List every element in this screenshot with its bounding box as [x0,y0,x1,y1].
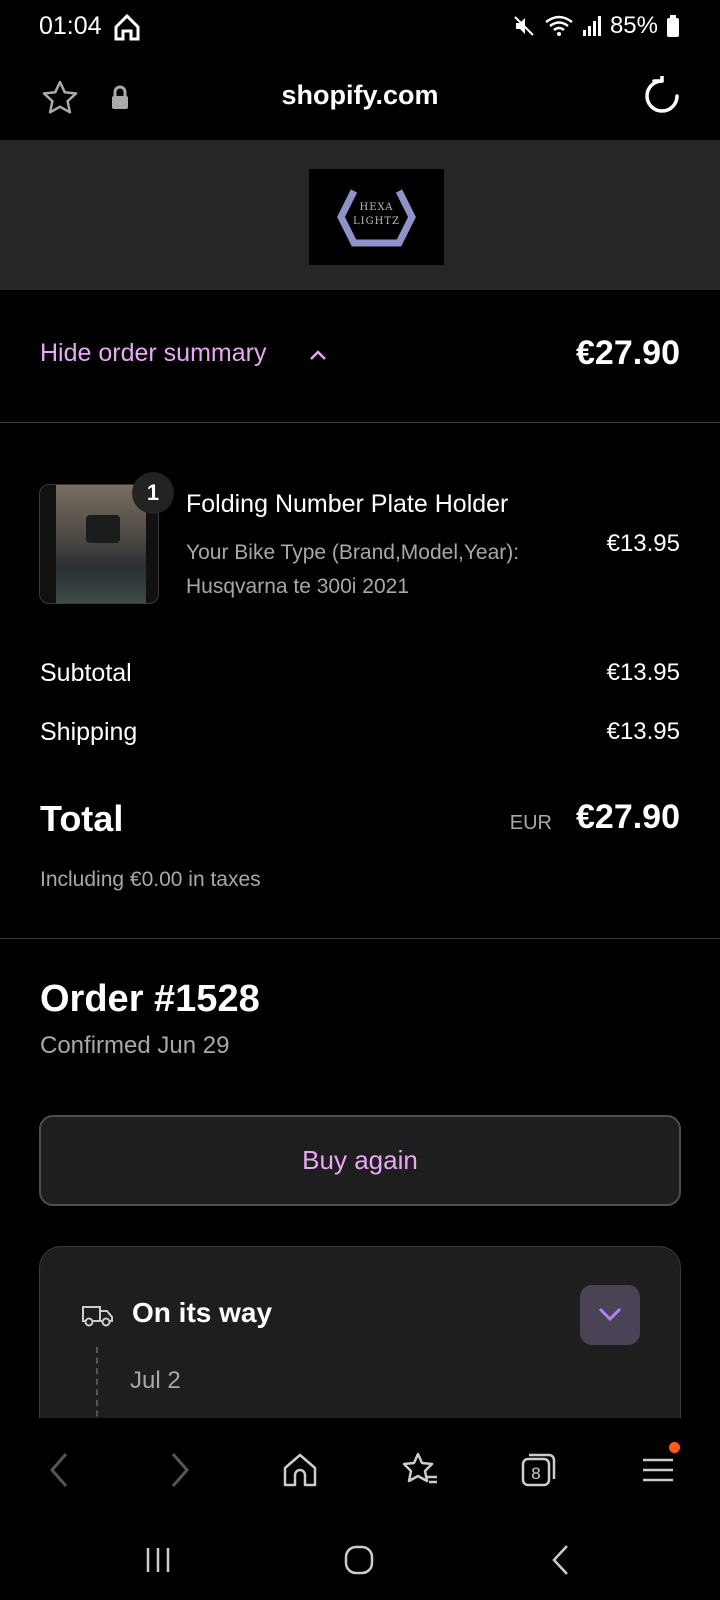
back-arrow-icon [50,1453,68,1487]
battery-icon [667,15,679,37]
tab-count: 8 [531,1464,540,1483]
system-navigation-bar [0,1520,720,1600]
delivery-truck-icon [82,1306,113,1327]
mute-icon [514,16,534,36]
subtotal-row: Subtotal €13.95 [40,659,680,688]
status-bar: 01:04 85% [0,0,720,56]
shipping-row: Shipping €13.95 [40,718,680,747]
total-row: Total EUR €27.90 [40,798,680,844]
logo-wordmark: HEXA LIGHTZ [353,202,400,227]
line-item: 1 Folding Number Plate Holder Your Bike … [0,472,720,608]
tabs-button[interactable]: 8 [508,1440,568,1500]
product-name: Folding Number Plate Holder [186,490,509,518]
shipment-status-title: On its way [132,1297,273,1328]
product-variant: Your Bike Type (Brand,Model,Year): Husqv… [186,536,586,604]
wifi-icon [545,15,573,36]
recent-apps-button[interactable] [133,1540,183,1580]
recent-apps-icon [146,1548,170,1572]
variant-value: Husqvarna te 300i 2021 [186,575,409,598]
shipment-date: Jul 2 [130,1367,181,1394]
timeline-line [96,1347,98,1427]
summary-total: €27.90 [576,334,680,372]
store-header: HEXA LIGHTZ [0,140,720,290]
store-logo[interactable]: HEXA LIGHTZ [309,169,444,265]
home-icon [283,1453,317,1487]
buy-again-button[interactable]: Buy again [39,1115,681,1206]
chevron-up-icon[interactable] [308,345,328,365]
status-time: 01:04 [39,12,102,40]
order-summary-toggle[interactable]: Hide order summary €27.90 [0,290,720,423]
tabs-icon: 8 [521,1453,556,1487]
chevron-down-icon [598,1307,622,1321]
system-back-button[interactable] [536,1540,586,1580]
hamburger-menu-icon [643,1458,673,1482]
home-circle-icon [344,1545,374,1575]
browser-bottom-toolbar: 8 [0,1418,720,1520]
total-currency: EUR [509,812,552,834]
order-confirmed-date: Confirmed Jun 29 [40,1032,230,1059]
subtotal-value: €13.95 [606,659,680,686]
shipment-status-card: On its way Jul 2 [39,1246,681,1427]
total-value: €27.90 [576,798,680,836]
reload-icon[interactable] [642,76,682,116]
variant-label: Your Bike Type (Brand,Model,Year): [186,541,520,564]
total-label: Total [40,798,124,839]
battery-percent: 85% [609,12,658,39]
shipping-value: €13.95 [606,718,680,745]
subtotal-label: Subtotal [40,659,132,687]
menu-button[interactable] [628,1440,688,1500]
signal-icon [582,16,601,36]
product-price: €13.95 [606,530,680,557]
forward-arrow-icon [171,1453,189,1487]
divider [0,938,720,939]
hide-order-summary-link[interactable]: Hide order summary [40,339,266,368]
shipping-label: Shipping [40,718,138,746]
expand-status-button[interactable] [580,1285,640,1345]
bookmarks-star-icon [402,1452,437,1484]
home-icon [114,13,140,41]
forward-button[interactable] [150,1440,210,1500]
back-chevron-icon [552,1545,568,1575]
system-home-button[interactable] [334,1540,384,1580]
notification-dot [669,1442,680,1453]
back-button[interactable] [29,1440,89,1500]
url-text[interactable]: shopify.com [0,80,720,111]
product-image [56,485,146,603]
bookmarks-button[interactable] [390,1440,450,1500]
home-button[interactable] [270,1440,330,1500]
order-title: Order #1528 [40,978,260,1020]
status-icons: 85% [512,12,680,40]
address-bar: shopify.com [0,60,720,140]
taxes-note: Including €0.00 in taxes [40,868,261,891]
quantity-badge: 1 [132,472,174,514]
